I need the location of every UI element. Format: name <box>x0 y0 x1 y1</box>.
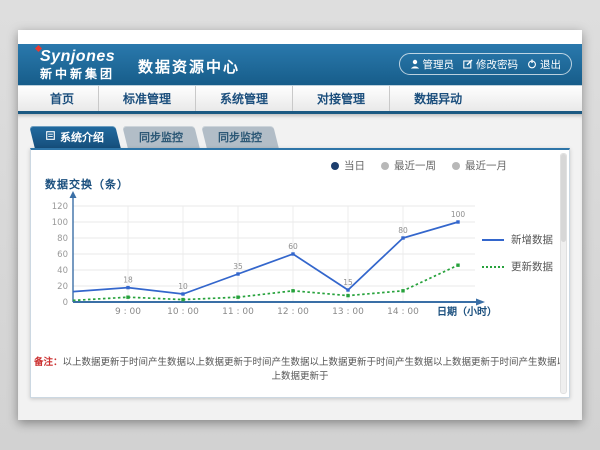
svg-text:11 : 00: 11 : 00 <box>222 307 254 317</box>
svg-text:120: 120 <box>52 202 68 212</box>
svg-text:20: 20 <box>57 282 68 292</box>
nav-item-standard-mgmt[interactable]: 标准管理 <box>98 86 195 111</box>
logo-text-cn: 新中新集团 <box>40 65 115 82</box>
tab-label: 同步监控 <box>139 129 183 145</box>
company-logo: Synjones 新中新集团 <box>40 48 115 82</box>
tab-bar: 系统介绍 同步监控 同步监控 <box>32 126 276 148</box>
chart-container: 0 20 40 60 80 100 120 9 : 00 10 : 00 11 : 00 12 : … <box>39 190 499 330</box>
svg-text:12 : 00: 12 : 00 <box>277 307 309 317</box>
svg-text:10 : 00: 10 : 00 <box>167 307 199 317</box>
legend-label: 更新数据 <box>511 259 553 274</box>
tab-label: 同步监控 <box>218 129 262 145</box>
content-area: 系统介绍 同步监控 同步监控 当日 <box>18 114 582 420</box>
radio-label: 最近一月 <box>465 158 507 173</box>
nav-item-interface-mgmt[interactable]: 对接管理 <box>292 86 389 111</box>
svg-text:15: 15 <box>343 278 353 287</box>
radio-dot-icon <box>381 162 389 170</box>
chart-panel: 当日 最近一周 最近一月 数据交换（条） 0204060801001209 : … <box>30 148 570 398</box>
svg-text:100: 100 <box>451 210 466 219</box>
tab-label: 系统介绍 <box>60 129 104 145</box>
radio-today[interactable]: 当日 <box>331 158 365 173</box>
svg-text:60: 60 <box>288 242 298 251</box>
chart-legend: 新增数据 更新数据 <box>482 232 553 274</box>
admin-user-label: 管理员 <box>423 57 455 72</box>
dotted-line-swatch-icon <box>482 266 504 268</box>
tab-sync-monitor-2[interactable]: 同步监控 <box>201 126 278 148</box>
tab-sync-monitor-1[interactable]: 同步监控 <box>122 126 199 148</box>
power-icon <box>527 59 537 69</box>
svg-text:日期（小时）: 日期（小时） <box>437 305 497 318</box>
svg-text:80: 80 <box>57 234 68 244</box>
panel-scrollbar[interactable] <box>560 153 567 394</box>
line-chart: 0 20 40 60 80 100 120 9 : 00 10 : 00 11 : 00 12 : … <box>39 190 499 330</box>
edit-icon <box>463 59 473 69</box>
browser-page: Synjones 新中新集团 数据资源中心 管理员 修改密码 <box>18 30 582 420</box>
svg-text:35: 35 <box>233 262 243 271</box>
radio-label: 最近一周 <box>394 158 436 173</box>
svg-text:9 : 00: 9 : 00 <box>115 307 141 317</box>
radio-last-month[interactable]: 最近一月 <box>452 158 507 173</box>
nav-item-system-mgmt[interactable]: 系统管理 <box>195 86 292 111</box>
footnote: 备注：以上数据更新于时间产生数据以上数据更新于时间产生数据以上数据更新于时间产生… <box>31 354 569 382</box>
footnote-text: 以上数据更新于时间产生数据以上数据更新于时间产生数据以上数据更新于时间产生数据以… <box>63 357 567 382</box>
scrollbar-thumb[interactable] <box>561 154 566 242</box>
logout-label: 退出 <box>540 57 561 72</box>
svg-text:60: 60 <box>57 250 68 260</box>
nav-item-home[interactable]: 首页 <box>26 86 98 111</box>
radio-last-week[interactable]: 最近一周 <box>381 158 436 173</box>
svg-text:10: 10 <box>178 282 188 291</box>
radio-dot-icon <box>452 162 460 170</box>
radio-label: 当日 <box>344 158 365 173</box>
legend-item-new-data[interactable]: 新增数据 <box>482 232 553 247</box>
radio-dot-icon <box>331 162 339 170</box>
desktop-background: Synjones 新中新集团 数据资源中心 管理员 修改密码 <box>0 0 600 450</box>
svg-text:14 : 00: 14 : 00 <box>387 307 419 317</box>
logout-button[interactable]: 退出 <box>527 57 561 72</box>
solid-line-swatch-icon <box>482 239 504 241</box>
svg-text:18: 18 <box>123 276 133 285</box>
svg-text:80: 80 <box>398 226 408 235</box>
document-icon <box>46 131 55 143</box>
app-header: Synjones 新中新集团 数据资源中心 管理员 修改密码 <box>18 44 582 85</box>
user-toolbar: 管理员 修改密码 退出 <box>399 53 573 75</box>
range-filter: 当日 最近一周 最近一月 <box>331 158 507 173</box>
footnote-label: 备注： <box>34 357 63 368</box>
svg-text:100: 100 <box>52 218 68 228</box>
legend-label: 新增数据 <box>511 232 553 247</box>
page-title: 数据资源中心 <box>138 56 240 77</box>
admin-user-button[interactable]: 管理员 <box>410 57 455 72</box>
main-nav: 首页 标准管理 系统管理 对接管理 数据异动 <box>18 85 582 111</box>
svg-text:0: 0 <box>63 298 68 308</box>
nav-item-data-change[interactable]: 数据异动 <box>389 86 486 111</box>
legend-item-updated-data[interactable]: 更新数据 <box>482 259 553 274</box>
change-password-button[interactable]: 修改密码 <box>463 57 518 72</box>
svg-text:13 : 00: 13 : 00 <box>332 307 364 317</box>
svg-text:40: 40 <box>57 266 68 276</box>
user-icon <box>410 59 420 69</box>
logo-text-en: Synjones <box>40 48 115 66</box>
change-password-label: 修改密码 <box>476 57 518 72</box>
tab-system-intro[interactable]: 系统介绍 <box>29 126 120 148</box>
